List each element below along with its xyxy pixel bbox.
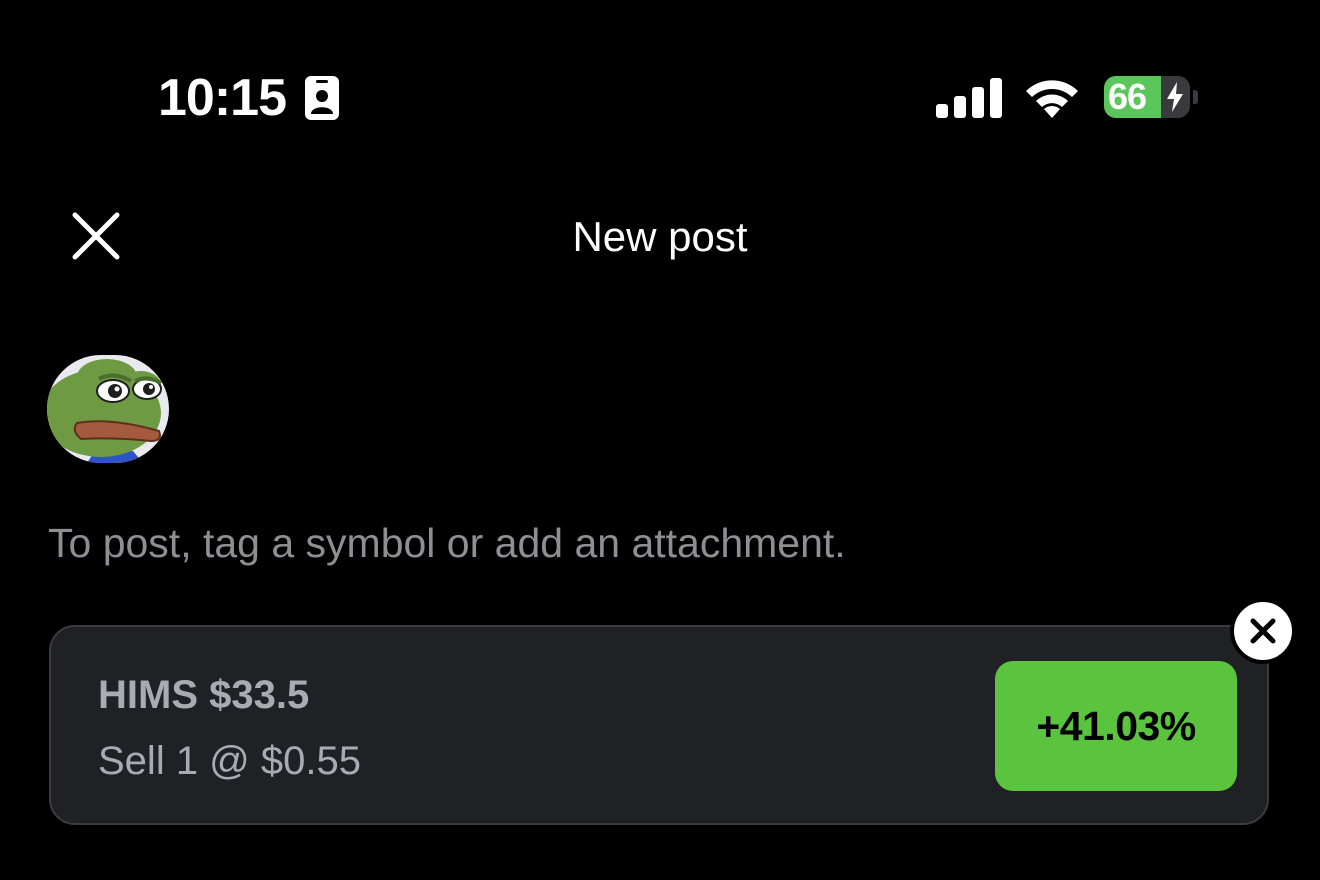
- remove-attachment-button[interactable]: [1230, 598, 1296, 664]
- battery-body: 66: [1104, 76, 1190, 118]
- id-card-icon: [305, 76, 339, 120]
- trade-title: HIMS $33.5: [98, 673, 310, 717]
- frog-avatar: [47, 355, 169, 463]
- composer-hint[interactable]: To post, tag a symbol or add an attachme…: [48, 516, 846, 570]
- status-time: 10:15: [158, 69, 287, 127]
- battery-cap: [1193, 90, 1198, 104]
- avatar[interactable]: [47, 355, 169, 463]
- battery-level: 66: [1108, 76, 1147, 117]
- wifi-icon: [1026, 80, 1078, 118]
- page-title: New post: [572, 213, 748, 260]
- trade-attachment-card[interactable]: HIMS $33.5 Sell 1 @ $0.55 +41.03%: [49, 625, 1269, 825]
- bolt-icon: [1167, 82, 1183, 112]
- close-icon: [1250, 618, 1276, 644]
- signal-icon: [936, 78, 1002, 118]
- new-post-screen: 10:15 66 New post To post, tag a symbol …: [0, 0, 1320, 880]
- trade-detail: Sell 1 @ $0.55: [98, 739, 361, 783]
- change-badge: +41.03%: [995, 661, 1237, 791]
- battery-indicator: 66: [1104, 76, 1200, 120]
